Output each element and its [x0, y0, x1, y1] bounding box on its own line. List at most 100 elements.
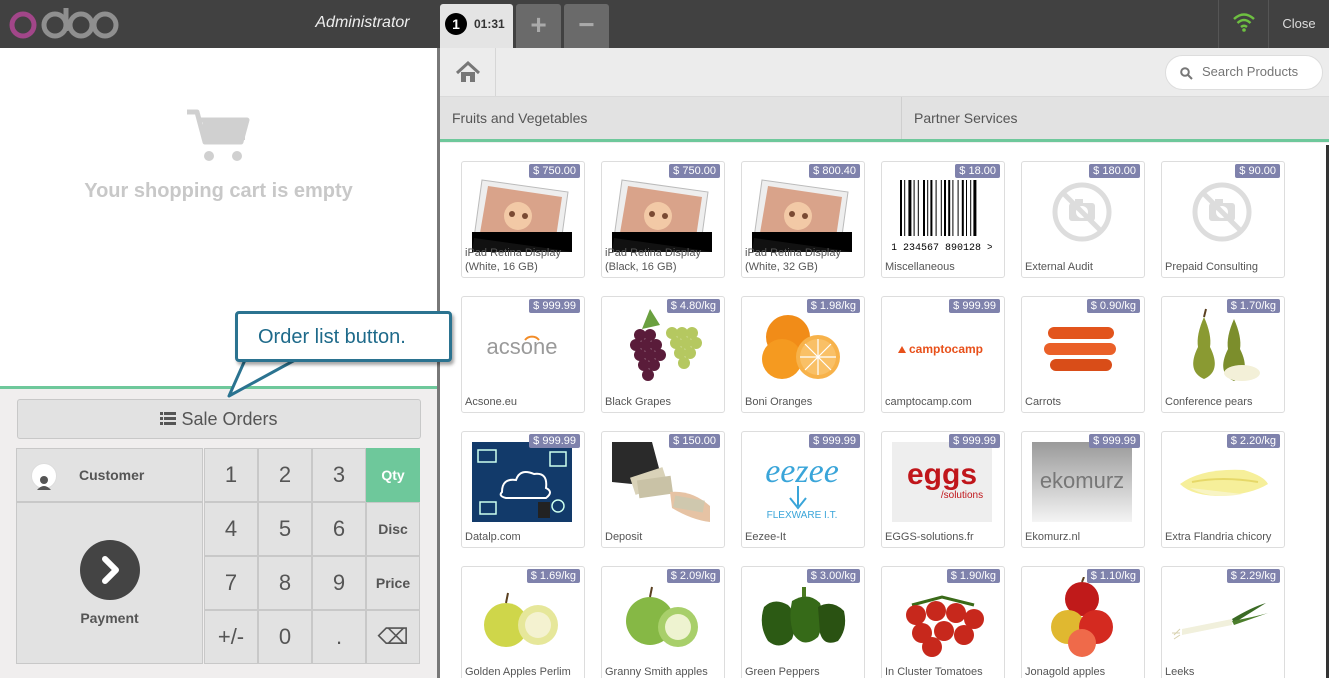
- product-name: iPad Retina Display (White, 16 GB): [465, 247, 561, 273]
- list-icon: [160, 412, 177, 425]
- golden-apples-image: [472, 577, 572, 657]
- product-name: EGGS-solutions.fr: [885, 531, 974, 543]
- breadcrumb: [440, 48, 1329, 97]
- camptocamp-logo-image: camptocamp: [892, 307, 992, 387]
- product-card[interactable]: $ 750.00 iPad Retina Display (White, 16 G…: [461, 161, 585, 278]
- green-apples-image: [612, 577, 712, 657]
- mode-price-button[interactable]: Price: [366, 556, 420, 610]
- product-card[interactable]: $ 750.00 iPad Retina Display (Black, 16 G…: [601, 161, 725, 278]
- product-name: Prepaid Consulting: [1165, 261, 1258, 273]
- callout-pointer: [227, 358, 303, 398]
- numpad-key-4[interactable]: 4: [204, 502, 258, 556]
- chevron-right-icon: [80, 540, 140, 600]
- ipad-image: [752, 172, 852, 252]
- product-card[interactable]: $ 1.69/kg Golden Apples Perlim: [461, 566, 585, 678]
- product-card[interactable]: $ 1.10/kg Jonagold apples: [1021, 566, 1145, 678]
- product-name: Eezee-It: [745, 531, 786, 543]
- svg-text:ekomurz: ekomurz: [1040, 468, 1124, 493]
- product-name: Datalp.com: [465, 531, 521, 543]
- odoo-logo: [9, 8, 119, 39]
- product-card[interactable]: $ 0.90/kg Carrots: [1021, 296, 1145, 413]
- payment-button[interactable]: Payment: [16, 502, 203, 664]
- product-name: Golden Apples Perlim: [465, 666, 571, 678]
- product-price-badge: $ 2.29/kg: [1226, 569, 1280, 583]
- product-card[interactable]: $ 2.20/kg Extra Flandria chicory: [1161, 431, 1285, 548]
- product-card[interactable]: eezee FLEXWARE I.T. $ 999.99 Eezee-It: [741, 431, 865, 548]
- annotation-callout: Order list button.: [235, 311, 452, 362]
- product-card[interactable]: camptocamp $ 999.99 camptocamp.com: [881, 296, 1005, 413]
- product-card[interactable]: acsone $ 999.99 Acsone.eu: [461, 296, 585, 413]
- product-card[interactable]: $ 800.40 iPad Retina Display (White, 32 G…: [741, 161, 865, 278]
- category-fruits-and-vegetables[interactable]: Fruits and Vegetables: [440, 97, 902, 139]
- product-card[interactable]: $ 3.00/kg Green Peppers: [741, 566, 865, 678]
- product-name: Carrots: [1025, 396, 1062, 408]
- svg-text:eezee: eezee: [765, 453, 839, 490]
- product-card[interactable]: $ 4.80/kg Black Grapes: [601, 296, 725, 413]
- product-name: Black Grapes: [605, 396, 672, 408]
- home-button[interactable]: [440, 48, 496, 96]
- product-name: Deposit: [605, 531, 643, 543]
- category-bar: Fruits and Vegetables Partner Services: [440, 97, 1329, 142]
- product-price-badge: $ 0.90/kg: [1086, 299, 1140, 313]
- product-price-badge: $ 750.00: [529, 164, 580, 178]
- product-card[interactable]: $ 2.09/kg Granny Smith apples: [601, 566, 725, 678]
- chicory-image: [1172, 442, 1272, 522]
- backspace-icon[interactable]: ⌫: [366, 610, 420, 664]
- product-price-badge: $ 999.99: [949, 434, 1000, 448]
- order-tab[interactable]: 1 01:31: [440, 4, 513, 48]
- product-price-badge: $ 2.09/kg: [666, 569, 720, 583]
- product-card[interactable]: ekomurz $ 999.99 Ekomurz.nl: [1021, 431, 1145, 548]
- eggs-logo-image: eggs/solutions: [892, 442, 992, 522]
- svg-text:acsone: acsone: [487, 334, 558, 359]
- product-price-badge: $ 18.00: [955, 164, 1000, 178]
- product-name: iPad Retina Display (White, 32 GB): [745, 247, 841, 273]
- empty-cart-message: Your shopping cart is empty: [84, 180, 353, 202]
- numpad-key-7[interactable]: 7: [204, 556, 258, 610]
- product-card[interactable]: $ 150.00 Deposit: [601, 431, 725, 548]
- product-card[interactable]: $ 180.00 External Audit: [1021, 161, 1145, 278]
- remove-order-button[interactable]: −: [564, 4, 609, 48]
- product-card[interactable]: $ 2.29/kg Leeks: [1161, 566, 1285, 678]
- search-box[interactable]: [1165, 55, 1323, 90]
- numpad-key-5[interactable]: 5: [258, 502, 312, 556]
- search-icon: [1180, 67, 1193, 80]
- close-button[interactable]: Close: [1268, 0, 1329, 48]
- product-price-badge: $ 1.10/kg: [1086, 569, 1140, 583]
- product-name: Acsone.eu: [465, 396, 517, 408]
- barcode-image: 1 234567 890128 >: [891, 172, 993, 254]
- product-card[interactable]: $ 1.98/kg Boni Oranges: [741, 296, 865, 413]
- sale-orders-button[interactable]: Sale Orders: [17, 399, 421, 439]
- numpad-key-0[interactable]: 0: [258, 610, 312, 664]
- red-apples-image: [1032, 576, 1132, 657]
- numpad-key-dot[interactable]: .: [312, 610, 366, 664]
- numpad-key-plus-minus[interactable]: +/-: [204, 610, 258, 664]
- numpad-key-2[interactable]: 2: [258, 448, 312, 502]
- numpad-key-9[interactable]: 9: [312, 556, 366, 610]
- numpad-key-6[interactable]: 6: [312, 502, 366, 556]
- product-name: Leeks: [1165, 666, 1195, 678]
- category-partner-services[interactable]: Partner Services: [902, 97, 1329, 139]
- product-name: In Cluster Tomatoes: [885, 666, 983, 678]
- product-card[interactable]: eggs/solutions $ 999.99 EGGS-solutions.fr: [881, 431, 1005, 548]
- add-order-button[interactable]: +: [516, 4, 561, 48]
- mode-qty-button[interactable]: Qty: [366, 448, 420, 502]
- home-icon: [455, 60, 481, 82]
- mode-disc-button[interactable]: Disc: [366, 502, 420, 556]
- product-name: Granny Smith apples: [605, 666, 708, 678]
- grapes-image: [612, 307, 712, 387]
- product-card[interactable]: $ 1.70/kg Conference pears: [1161, 296, 1285, 413]
- product-price-badge: $ 2.20/kg: [1226, 434, 1280, 448]
- product-card[interactable]: $ 1.90/kg In Cluster Tomatoes: [881, 566, 1005, 678]
- customer-button[interactable]: Customer: [16, 448, 203, 502]
- product-price-badge: $ 999.99: [809, 434, 860, 448]
- numpad-key-3[interactable]: 3: [312, 448, 366, 502]
- product-card[interactable]: $ 90.00 Prepaid Consulting: [1161, 161, 1285, 278]
- product-card[interactable]: 1 234567 890128 > $ 18.00 Miscellaneous: [881, 161, 1005, 278]
- money-image: [612, 442, 712, 522]
- search-input[interactable]: [1202, 64, 1317, 79]
- numpad-key-1[interactable]: 1: [204, 448, 258, 502]
- numpad-key-8[interactable]: 8: [258, 556, 312, 610]
- product-price-badge: $ 1.70/kg: [1226, 299, 1280, 313]
- product-card[interactable]: $ 999.99 Datalp.com: [461, 431, 585, 548]
- numpad: 1 2 3 Qty 4 5 6 Disc 7 8 9 Price +/- 0 .…: [204, 448, 421, 664]
